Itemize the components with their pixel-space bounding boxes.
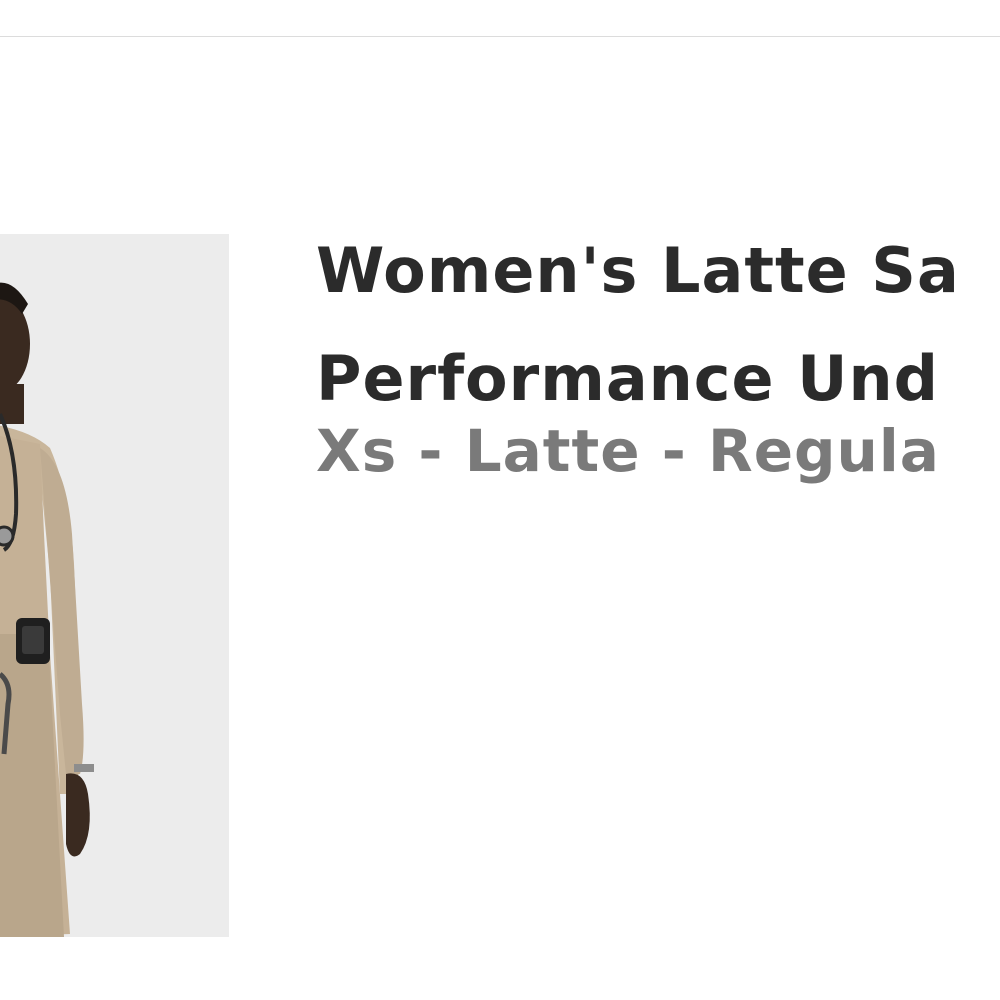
- product-title-line-1[interactable]: Women's Latte Sa: [316, 236, 1000, 306]
- product-info: Women's Latte Sa Performance Und Xs - La…: [316, 236, 1000, 484]
- top-divider: [0, 36, 1000, 37]
- product-variant: Xs - Latte - Regula: [316, 417, 940, 484]
- product-title-line-2[interactable]: Performance Und: [316, 344, 1000, 414]
- product-photo-illustration: [0, 234, 229, 937]
- product-image[interactable]: [0, 234, 229, 937]
